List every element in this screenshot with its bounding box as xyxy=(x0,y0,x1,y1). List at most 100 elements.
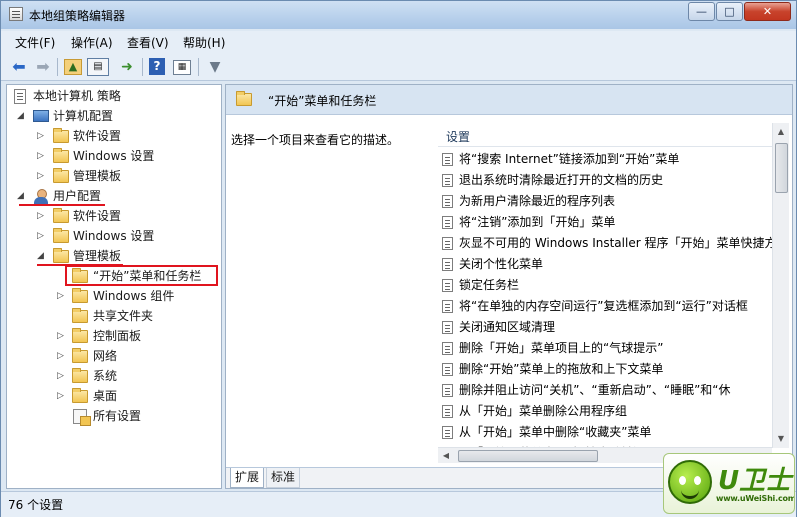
tab-extended[interactable]: 扩展 xyxy=(230,468,265,488)
folder-icon xyxy=(72,288,88,303)
close-button[interactable]: ✕ xyxy=(744,2,791,21)
computer-icon xyxy=(33,110,49,122)
menu-help[interactable]: 帮助(H) xyxy=(183,34,225,51)
status-settings-count: 76 个设置 xyxy=(8,498,64,512)
collapsed-triangle-icon[interactable]: ▷ xyxy=(37,131,47,141)
setting-label: 将“注销”添加到「开始」菜单 xyxy=(459,215,616,229)
column-header-settings[interactable]: 设置 xyxy=(438,123,775,147)
menu-view[interactable]: 查看(V) xyxy=(127,34,169,51)
collapsed-triangle-icon[interactable]: ▷ xyxy=(37,231,47,241)
collapsed-triangle-icon[interactable]: ▷ xyxy=(57,351,67,361)
menu-file[interactable]: 文件(F) xyxy=(15,34,55,51)
setting-row[interactable]: 删除「开始」菜单项目上的“气球提示” xyxy=(438,338,775,359)
watermark-logo-text: U卫士 xyxy=(718,466,792,496)
app-icon xyxy=(9,7,23,21)
smiley-logo-icon xyxy=(668,460,712,504)
up-folder-icon[interactable]: ▲ xyxy=(64,59,82,75)
watermark-url: www.uWeiShi.com xyxy=(716,494,795,503)
setting-row[interactable]: 删除并阻止访问“关机”、“重新启动”、“睡眠”和“休 xyxy=(438,380,775,401)
tab-standard[interactable]: 标准 xyxy=(266,468,301,488)
setting-icon xyxy=(442,384,453,397)
collapsed-triangle-icon[interactable]: ▷ xyxy=(37,211,47,221)
setting-row[interactable]: 关闭通知区域清理 xyxy=(438,317,775,338)
setting-label: 删除「开始」菜单项目上的“气球提示” xyxy=(459,341,664,355)
tree-label: Windows 设置 xyxy=(73,229,155,243)
setting-icon xyxy=(442,174,453,187)
toolbar-divider xyxy=(57,58,58,76)
expanded-triangle-icon[interactable]: ◢ xyxy=(37,251,47,261)
setting-icon xyxy=(442,342,453,355)
setting-label: 锁定任务栏 xyxy=(459,278,520,292)
back-arrow-icon[interactable]: ⬅ xyxy=(9,57,29,77)
folder-icon xyxy=(72,388,88,403)
setting-icon xyxy=(442,426,453,439)
folder-icon xyxy=(72,308,88,323)
setting-icon xyxy=(442,153,453,166)
setting-row[interactable]: 为新用户清除最近的程序列表 xyxy=(438,191,775,212)
setting-row[interactable]: 将“搜索 Internet”链接添加到“开始”菜单 xyxy=(438,149,775,170)
collapsed-triangle-icon[interactable]: ▷ xyxy=(57,371,67,381)
setting-row[interactable]: 锁定任务栏 xyxy=(438,275,775,296)
setting-row[interactable]: 将“注销”添加到「开始」菜单 xyxy=(438,212,775,233)
expanded-triangle-icon[interactable]: ◢ xyxy=(17,111,27,121)
menu-action[interactable]: 操作(A) xyxy=(71,34,113,51)
setting-icon xyxy=(442,300,453,313)
settings-list: 设置 将“搜索 Internet”链接添加到“开始”菜单 退出系统时清除最近打开… xyxy=(438,123,792,463)
expanded-triangle-icon[interactable]: ◢ xyxy=(17,191,27,201)
details-pane: “开始”菜单和任务栏 选择一个项目来查看它的描述。 设置 将“搜索 Intern… xyxy=(225,84,793,489)
maximize-button[interactable]: □ xyxy=(716,2,743,21)
tree-label: Windows 设置 xyxy=(73,149,155,163)
setting-label: 从「开始」菜单删除公用程序组 xyxy=(459,404,628,418)
show-tree-icon[interactable]: ▤ xyxy=(87,58,109,76)
folder-icon xyxy=(53,168,69,183)
tree-label: 所有设置 xyxy=(93,409,142,423)
setting-row[interactable]: 灰显不可用的 Windows Installer 程序「开始」菜单快捷方 xyxy=(438,233,775,254)
setting-row[interactable]: 从「开始」菜单删除公用程序组 xyxy=(438,401,775,422)
setting-label: 退出系统时清除最近打开的文档的历史 xyxy=(459,173,664,187)
folder-icon xyxy=(53,248,69,263)
horizontal-scroll-thumb[interactable] xyxy=(458,450,598,462)
setting-icon xyxy=(442,321,453,334)
tree-label: 用户配置 xyxy=(53,189,102,203)
setting-row[interactable]: 从「开始」菜单中删除“收藏夹”菜单 xyxy=(438,422,775,443)
scroll-down-arrow-icon[interactable]: ▼ xyxy=(775,433,787,445)
setting-icon xyxy=(442,216,453,229)
uweishi-watermark: U卫士 www.uWeiShi.com xyxy=(663,453,795,514)
properties-icon[interactable]: ▦ xyxy=(173,60,191,75)
tree-label: 桌面 xyxy=(93,389,118,403)
forward-arrow-icon[interactable]: ➡ xyxy=(33,57,53,77)
toolbar: ⬅ ➡ ▲ ▤ ➜ ? ▦ ▼ xyxy=(1,53,796,81)
export-list-icon[interactable]: ➜ xyxy=(117,57,137,77)
menu-bar: 文件(F) 操作(A) 查看(V) 帮助(H) xyxy=(1,31,796,53)
title-bar[interactable]: 本地组策略编辑器 — □ ✕ xyxy=(1,1,796,29)
window-title: 本地组策略编辑器 xyxy=(29,9,126,23)
collapsed-triangle-icon[interactable]: ▷ xyxy=(37,151,47,161)
folder-icon xyxy=(72,368,88,383)
details-header: “开始”菜单和任务栏 xyxy=(226,85,792,115)
setting-label: 为新用户清除最近的程序列表 xyxy=(459,194,616,208)
help-icon[interactable]: ? xyxy=(149,58,165,75)
collapsed-triangle-icon[interactable]: ▷ xyxy=(57,291,67,301)
scroll-up-arrow-icon[interactable]: ▲ xyxy=(775,126,787,138)
setting-row[interactable]: 删除“开始”菜单上的拖放和上下文菜单 xyxy=(438,359,775,380)
tree-label: 本地计算机 策略 xyxy=(33,89,121,103)
vertical-scrollbar[interactable]: ▲ ▼ xyxy=(772,123,789,448)
setting-row[interactable]: 退出系统时清除最近打开的文档的历史 xyxy=(438,170,775,191)
collapsed-triangle-icon[interactable]: ▷ xyxy=(37,171,47,181)
filter-icon[interactable]: ▼ xyxy=(205,57,225,77)
all-settings-icon xyxy=(73,409,91,426)
setting-label: 关闭通知区域清理 xyxy=(459,320,556,334)
setting-row[interactable]: 将“在单独的内存空间运行”复选框添加到“运行”对话框 xyxy=(438,296,775,317)
user-icon xyxy=(34,189,48,205)
setting-row[interactable]: 关闭个性化菜单 xyxy=(438,254,775,275)
collapsed-triangle-icon[interactable]: ▷ xyxy=(57,391,67,401)
policy-document-icon xyxy=(14,89,26,104)
folder-icon xyxy=(72,328,88,343)
folder-icon xyxy=(236,91,252,106)
minimize-button[interactable]: — xyxy=(688,2,715,21)
vertical-scroll-thumb[interactable] xyxy=(775,143,788,193)
scroll-left-arrow-icon[interactable]: ◀ xyxy=(440,450,452,462)
toolbar-divider xyxy=(142,58,143,76)
collapsed-triangle-icon[interactable]: ▷ xyxy=(57,331,67,341)
setting-label: 关闭个性化菜单 xyxy=(459,257,544,271)
